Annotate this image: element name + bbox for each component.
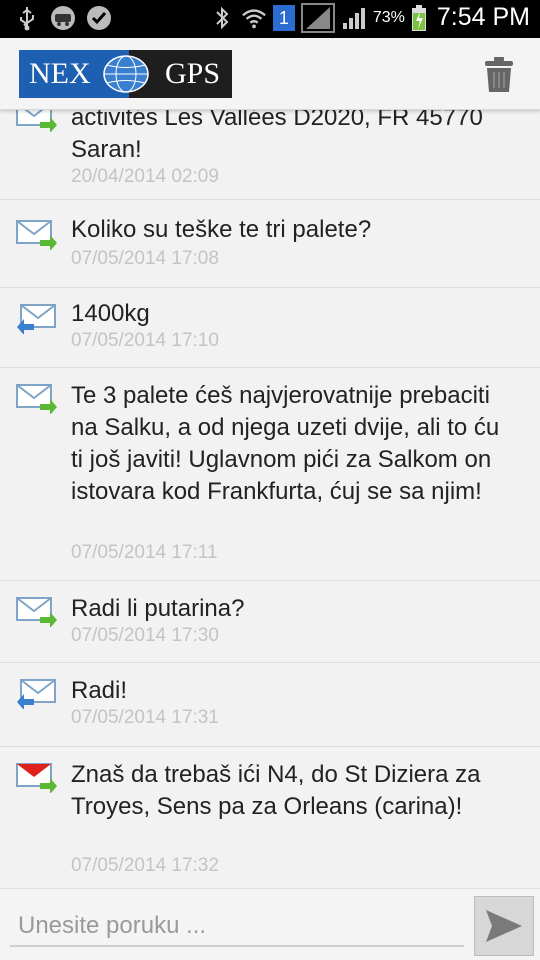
message-item[interactable]: Koliko su teške te tri palete? 07/05/201… [0, 200, 540, 288]
bluetooth-icon [209, 5, 235, 31]
message-time: 07/05/2014 17:31 [71, 707, 219, 728]
message-item[interactable]: Te 3 palete ćeš najvjerovatnije prebacit… [0, 368, 540, 581]
clock: 7:54 PM [436, 3, 530, 31]
envelope-unread-icon [16, 763, 57, 793]
send-button[interactable] [474, 896, 534, 956]
envelope-outgoing-icon [16, 220, 57, 250]
send-arrow-icon [486, 910, 522, 942]
message-item[interactable]: Radi li putarina? 07/05/2014 17:30 [0, 581, 540, 663]
envelope-outgoing-icon [16, 597, 57, 627]
battery-charging-icon [411, 4, 427, 31]
status-bar: 1 73% 7:54 PM [0, 0, 540, 38]
message-time: 07/05/2014 17:11 [71, 542, 218, 563]
message-time: 07/05/2014 17:32 [71, 855, 219, 876]
message-text: Radi li putarina? [71, 595, 245, 622]
message-time: 07/05/2014 17:08 [71, 248, 219, 269]
envelope-outgoing-icon [16, 384, 57, 414]
message-time: 20/04/2014 02:09 [71, 166, 219, 187]
usb-icon [14, 5, 40, 31]
envelope-outgoing-icon [16, 110, 57, 132]
wifi-icon [241, 5, 267, 31]
trash-icon[interactable] [484, 56, 514, 94]
message-text: activités Les Vallées D2020, FR 45770 Sa… [71, 110, 483, 163]
nexgps-logo: NEX GPS [19, 50, 232, 98]
message-time: 07/05/2014 17:30 [71, 625, 219, 646]
message-text: Koliko su teške te tri palete? [71, 216, 372, 243]
envelope-incoming-icon [17, 679, 56, 709]
check-icon [86, 5, 112, 31]
message-item[interactable]: Znaš da trebaš ići N4, do St Diziera za … [0, 747, 540, 888]
signal-box-icon [300, 2, 335, 33]
composer [0, 888, 540, 960]
message-text: 1400kg [71, 300, 150, 327]
message-item[interactable]: Radi! 07/05/2014 17:31 [0, 663, 540, 747]
message-list[interactable]: activités Les Vallées D2020, FR 45770 Sa… [0, 110, 540, 888]
app-bar: NEX GPS [0, 38, 540, 110]
message-item[interactable]: 1400kg 07/05/2014 17:10 [0, 288, 540, 368]
message-text: Te 3 palete ćeš najvjerovatnije prebacit… [71, 382, 500, 505]
battery-percent: 73% [372, 8, 405, 26]
cell-signal-icon [341, 5, 367, 31]
message-text: Radi! [71, 677, 128, 704]
sim-badge: 1 [272, 4, 295, 31]
globe-icon [103, 55, 149, 93]
message-input[interactable] [10, 907, 464, 947]
message-item[interactable]: activités Les Vallées D2020, FR 45770 Sa… [0, 110, 540, 200]
message-time: 07/05/2014 17:10 [71, 330, 219, 351]
message-text: Znaš da trebaš ići N4, do St Diziera za … [71, 761, 481, 820]
envelope-incoming-icon [17, 304, 56, 334]
app-notification-icon [50, 5, 76, 31]
